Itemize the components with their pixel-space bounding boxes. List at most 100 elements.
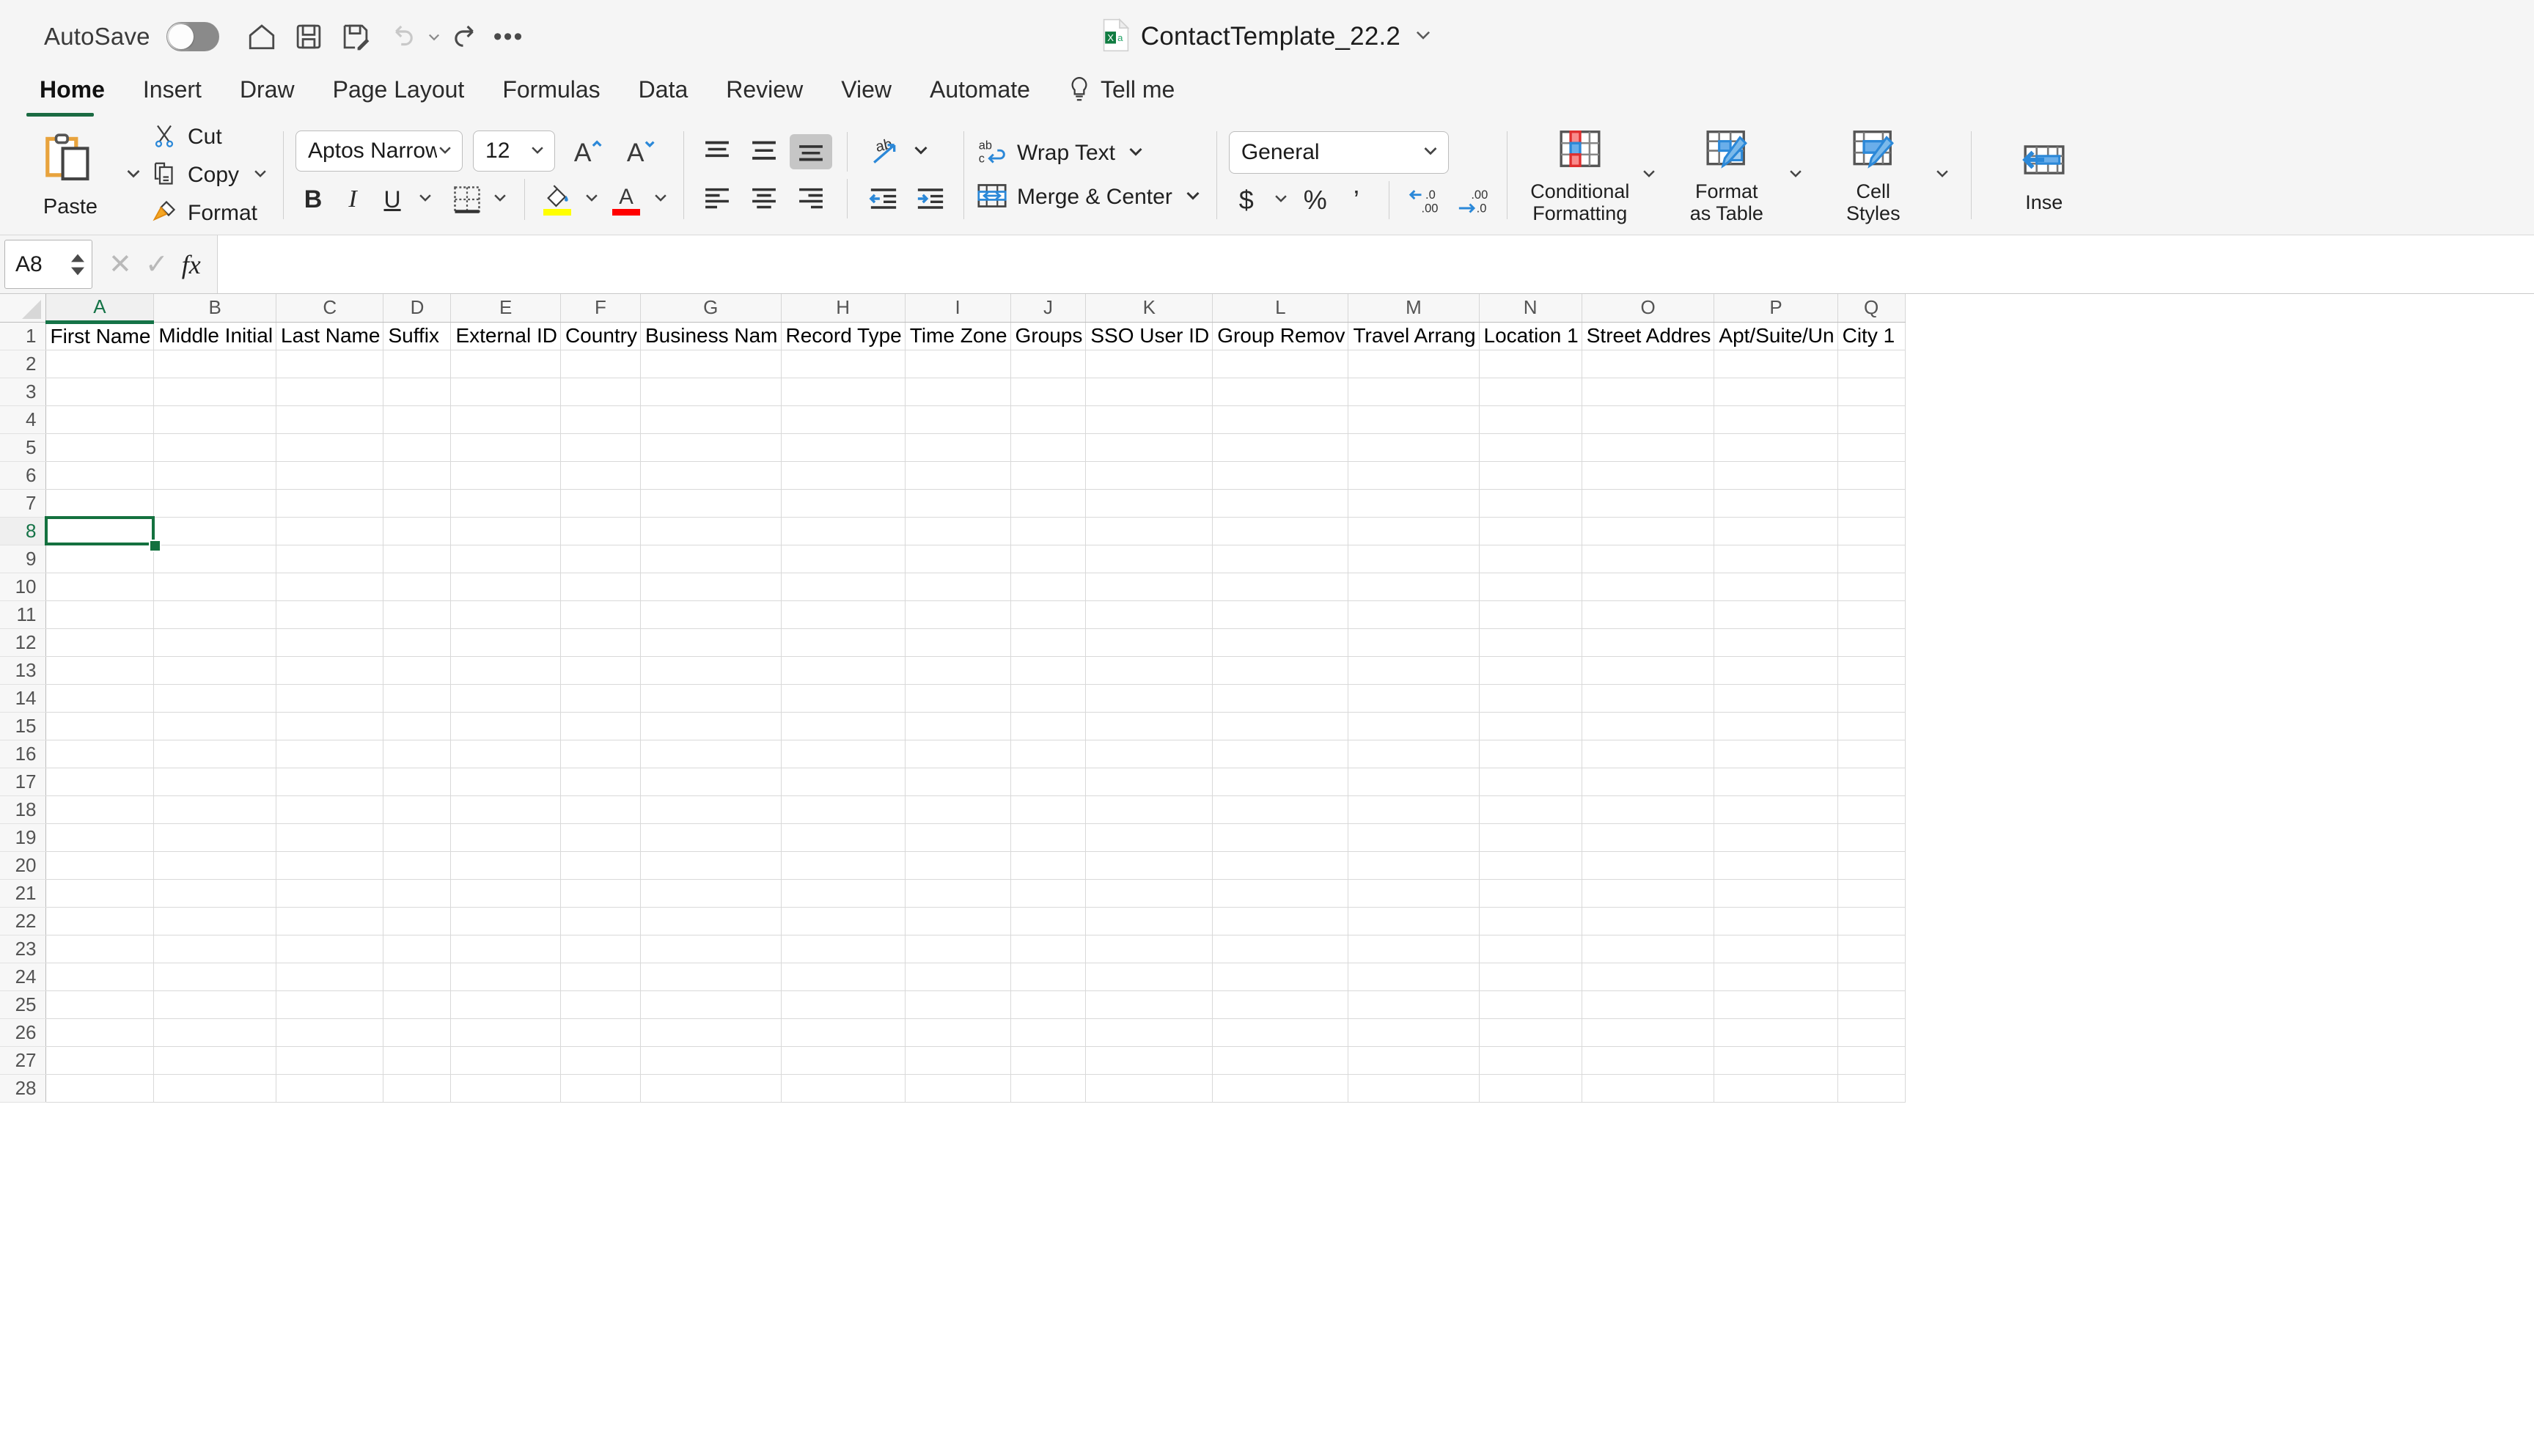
cell-O28[interactable] xyxy=(1582,1074,1715,1103)
cell-G6[interactable] xyxy=(640,461,782,490)
format-as-table-button[interactable]: Format as Table xyxy=(1666,126,1813,224)
cell-H8[interactable] xyxy=(781,517,906,545)
cell-P26[interactable] xyxy=(1714,1018,1838,1047)
cell-I7[interactable] xyxy=(905,489,1011,518)
cell-G20[interactable] xyxy=(640,851,782,880)
cell-E25[interactable] xyxy=(450,990,561,1019)
cell-J15[interactable] xyxy=(1010,712,1087,740)
cell-C15[interactable] xyxy=(276,712,384,740)
cell-C1[interactable]: Last Name xyxy=(276,322,384,350)
cell-Q13[interactable] xyxy=(1837,656,1906,685)
borders-chevron-down-icon[interactable] xyxy=(489,189,511,210)
cell-B10[interactable] xyxy=(153,573,277,601)
cell-E26[interactable] xyxy=(450,1018,561,1047)
cell-B17[interactable] xyxy=(153,768,277,796)
cell-C8[interactable] xyxy=(276,517,384,545)
cell-J23[interactable] xyxy=(1010,935,1087,963)
cell-O17[interactable] xyxy=(1582,768,1715,796)
cell-I28[interactable] xyxy=(905,1074,1011,1103)
cell-A8[interactable] xyxy=(45,517,155,545)
cell-H2[interactable] xyxy=(781,350,906,378)
tab-draw[interactable]: Draw xyxy=(221,73,314,109)
cell-L9[interactable] xyxy=(1212,545,1349,573)
cell-G7[interactable] xyxy=(640,489,782,518)
cell-O20[interactable] xyxy=(1582,851,1715,880)
tab-view[interactable]: View xyxy=(822,73,911,109)
wrap-text-chevron-down-icon[interactable] xyxy=(1124,142,1147,164)
cell-K4[interactable] xyxy=(1085,405,1213,434)
row-header-16[interactable]: 16 xyxy=(0,740,46,768)
row-header-14[interactable]: 14 xyxy=(0,684,46,713)
cell-Q19[interactable] xyxy=(1837,823,1906,852)
cell-B20[interactable] xyxy=(153,851,277,880)
cell-P22[interactable] xyxy=(1714,907,1838,935)
tab-automate[interactable]: Automate xyxy=(911,73,1049,109)
cell-G4[interactable] xyxy=(640,405,782,434)
column-header-l[interactable]: L xyxy=(1212,294,1349,323)
cell-D19[interactable] xyxy=(383,823,452,852)
cell-P17[interactable] xyxy=(1714,768,1838,796)
cell-H21[interactable] xyxy=(781,879,906,908)
cell-K17[interactable] xyxy=(1085,768,1213,796)
cell-A24[interactable] xyxy=(45,963,155,991)
cell-B12[interactable] xyxy=(153,628,277,657)
row-header-3[interactable]: 3 xyxy=(0,378,46,406)
cell-A22[interactable] xyxy=(45,907,155,935)
cell-F25[interactable] xyxy=(560,990,642,1019)
cell-J6[interactable] xyxy=(1010,461,1087,490)
cell-A17[interactable] xyxy=(45,768,155,796)
cell-D2[interactable] xyxy=(383,350,452,378)
cell-H7[interactable] xyxy=(781,489,906,518)
cell-H19[interactable] xyxy=(781,823,906,852)
cell-G28[interactable] xyxy=(640,1074,782,1103)
row-header-10[interactable]: 10 xyxy=(0,573,46,601)
cell-Q7[interactable] xyxy=(1837,489,1906,518)
cell-M7[interactable] xyxy=(1348,489,1480,518)
cell-L12[interactable] xyxy=(1212,628,1349,657)
cell-Q6[interactable] xyxy=(1837,461,1906,490)
cell-Q25[interactable] xyxy=(1837,990,1906,1019)
cell-F23[interactable] xyxy=(560,935,642,963)
cell-C22[interactable] xyxy=(276,907,384,935)
cell-L17[interactable] xyxy=(1212,768,1349,796)
cell-L11[interactable] xyxy=(1212,600,1349,629)
row-header-21[interactable]: 21 xyxy=(0,879,46,908)
cell-D1[interactable]: Suffix xyxy=(383,322,452,350)
cell-A21[interactable] xyxy=(45,879,155,908)
cell-H27[interactable] xyxy=(781,1046,906,1075)
cell-E16[interactable] xyxy=(450,740,561,768)
column-header-b[interactable]: B xyxy=(153,294,277,323)
cell-K24[interactable] xyxy=(1085,963,1213,991)
cell-G9[interactable] xyxy=(640,545,782,573)
cell-B27[interactable] xyxy=(153,1046,277,1075)
cell-H23[interactable] xyxy=(781,935,906,963)
cell-L23[interactable] xyxy=(1212,935,1349,963)
cell-L15[interactable] xyxy=(1212,712,1349,740)
cell-Q4[interactable] xyxy=(1837,405,1906,434)
cell-K22[interactable] xyxy=(1085,907,1213,935)
cell-Q23[interactable] xyxy=(1837,935,1906,963)
cell-Q14[interactable] xyxy=(1837,684,1906,713)
percent-format-button[interactable]: % xyxy=(1298,183,1333,218)
cell-L20[interactable] xyxy=(1212,851,1349,880)
cell-D20[interactable] xyxy=(383,851,452,880)
cell-F10[interactable] xyxy=(560,573,642,601)
cell-J14[interactable] xyxy=(1010,684,1087,713)
cell-M8[interactable] xyxy=(1348,517,1480,545)
cell-I11[interactable] xyxy=(905,600,1011,629)
cell-J19[interactable] xyxy=(1010,823,1087,852)
cell-B21[interactable] xyxy=(153,879,277,908)
row-header-28[interactable]: 28 xyxy=(0,1074,46,1103)
cell-J25[interactable] xyxy=(1010,990,1087,1019)
decrease-font-size-button[interactable]: A xyxy=(618,133,661,169)
column-header-a[interactable]: A xyxy=(45,294,155,324)
cell-B13[interactable] xyxy=(153,656,277,685)
cell-G21[interactable] xyxy=(640,879,782,908)
cell-E23[interactable] xyxy=(450,935,561,963)
cell-H18[interactable] xyxy=(781,795,906,824)
cell-L26[interactable] xyxy=(1212,1018,1349,1047)
underline-button[interactable]: U xyxy=(375,182,410,217)
cell-B18[interactable] xyxy=(153,795,277,824)
cell-styles-chevron-down-icon[interactable] xyxy=(1931,165,1953,185)
row-header-12[interactable]: 12 xyxy=(0,628,46,657)
